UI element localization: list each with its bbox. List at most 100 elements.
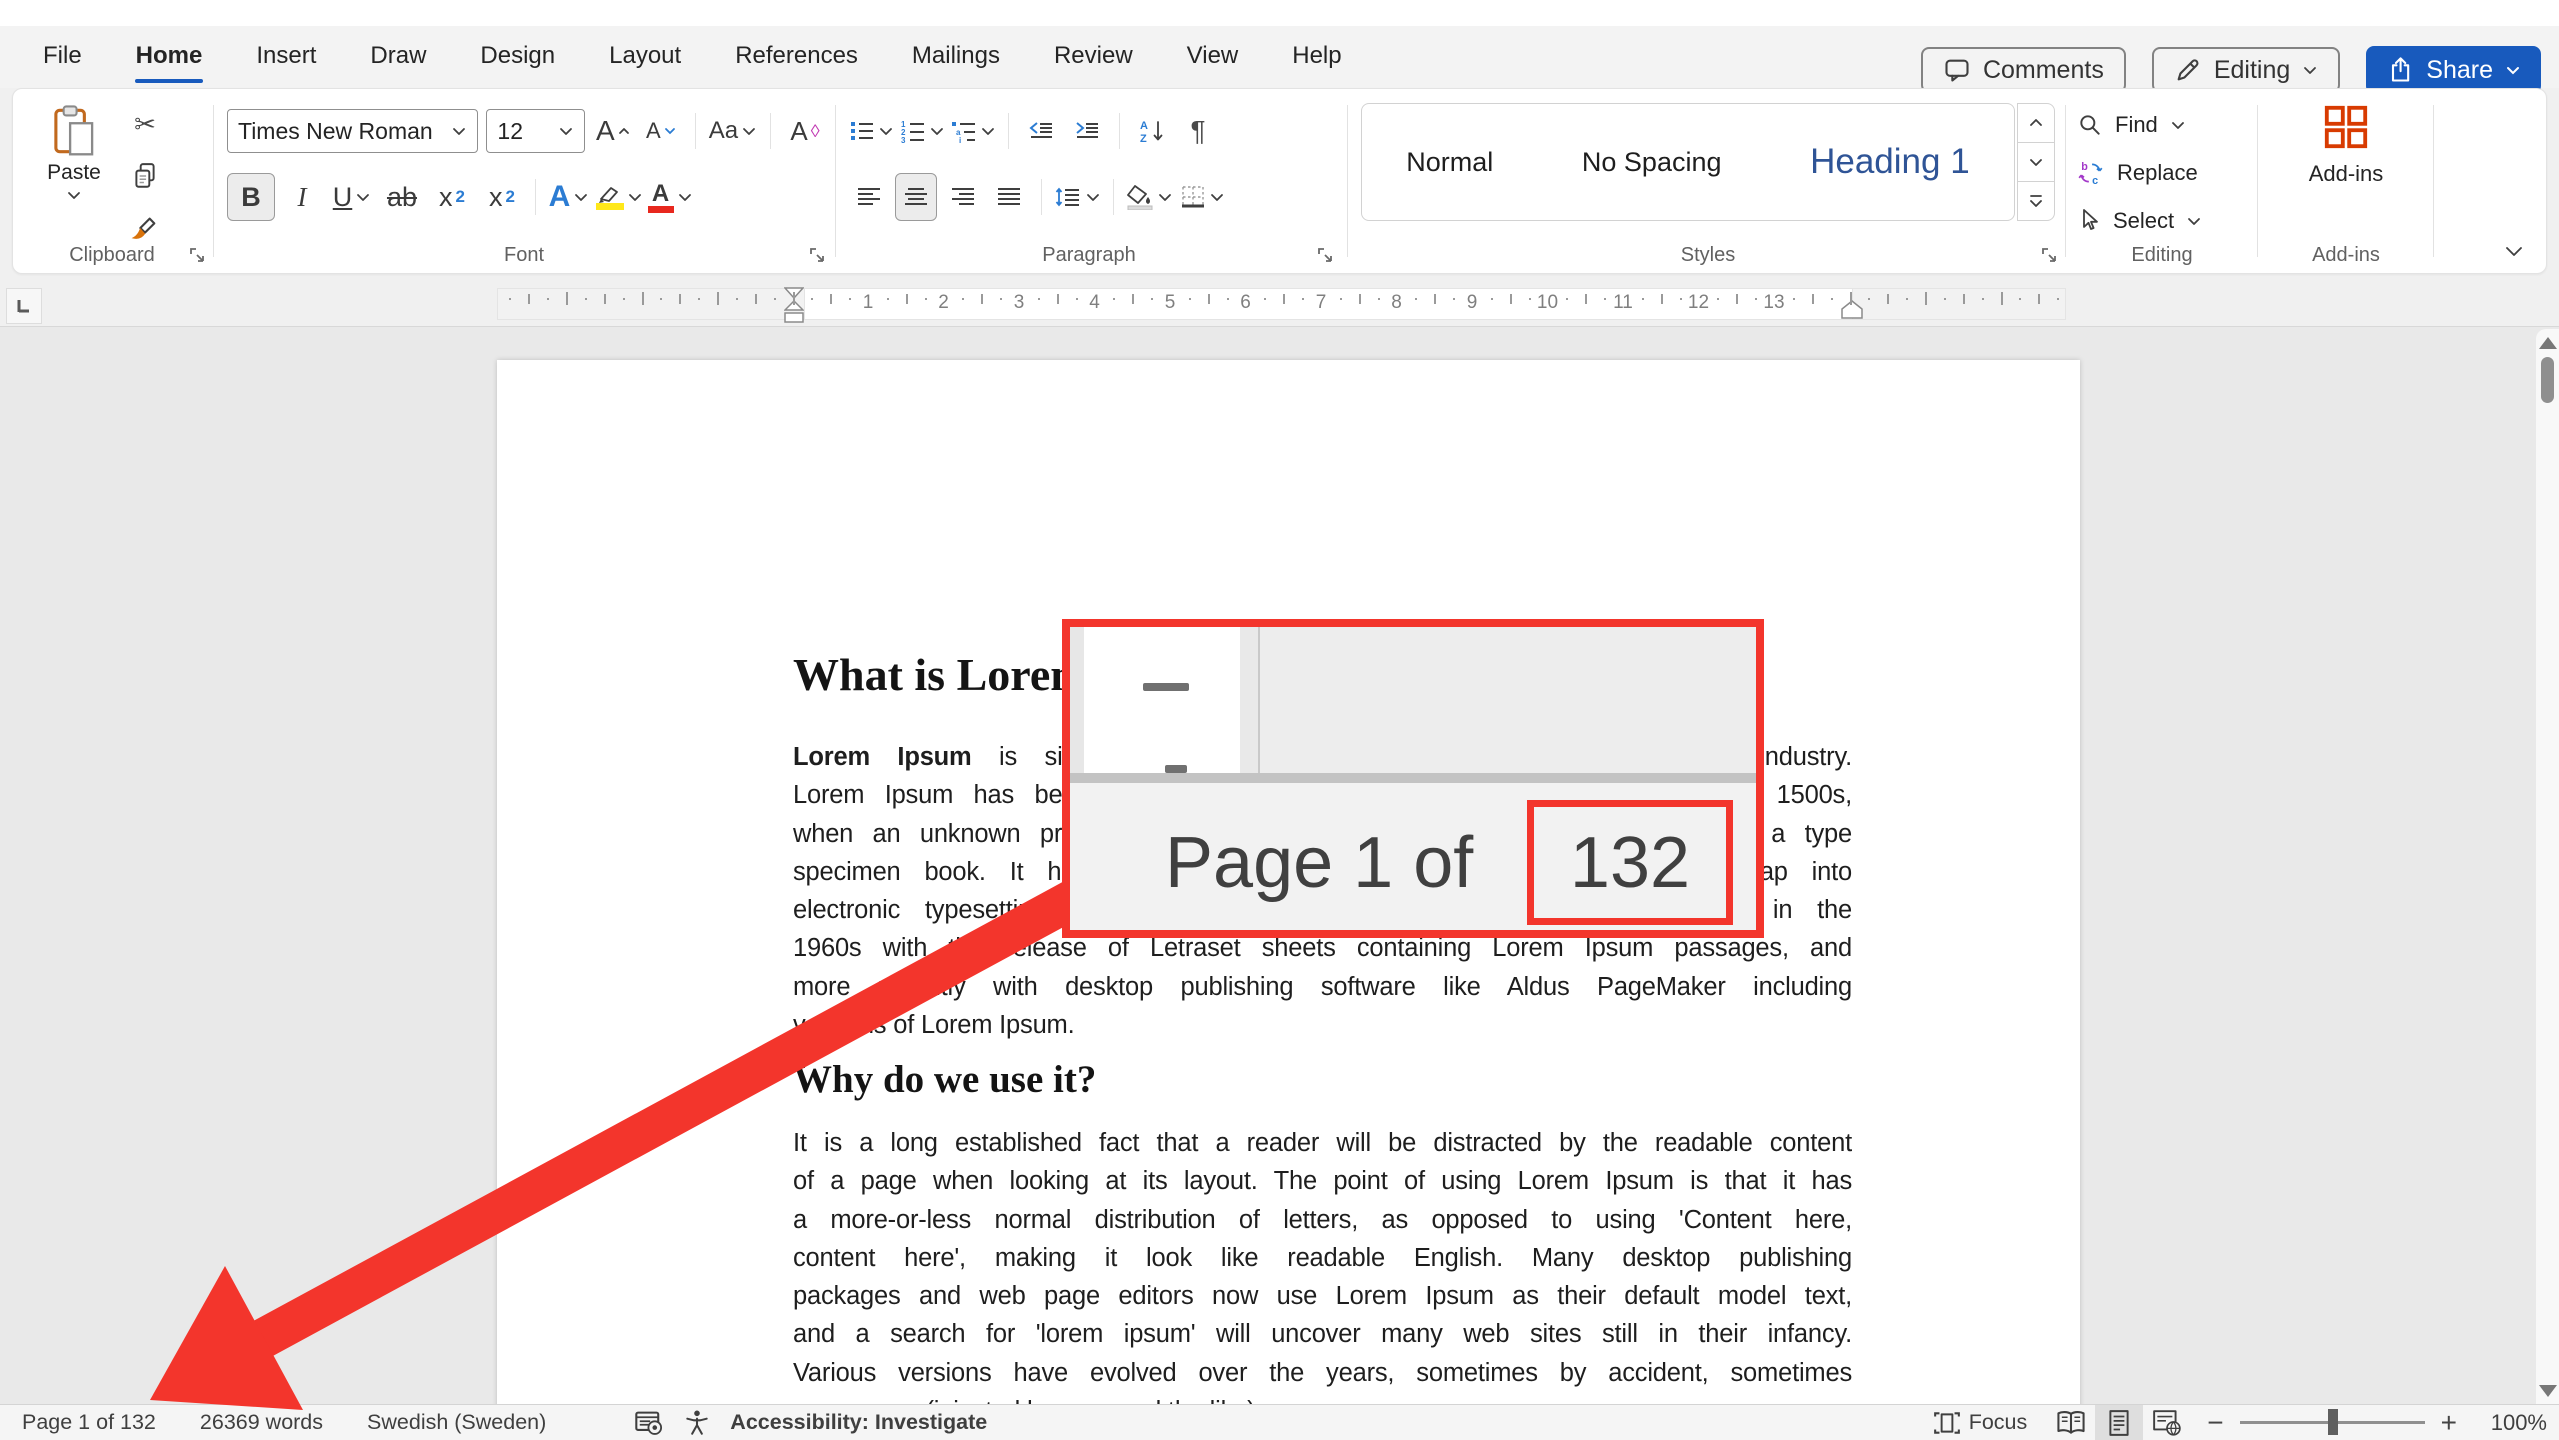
show-paragraph-marks-button[interactable]: ¶ [1178, 108, 1218, 154]
copy-icon [132, 162, 158, 190]
ruler-tick [603, 294, 606, 304]
web-layout-button[interactable] [2143, 1405, 2191, 1440]
scroll-up-arrow-icon[interactable] [2539, 337, 2557, 349]
zoom-slider[interactable] [2239, 1409, 2425, 1435]
ruler-tick [849, 298, 852, 300]
strikethrough-button[interactable]: ab [379, 174, 425, 220]
borders-button[interactable] [1179, 174, 1225, 220]
tab-stop-selector[interactable] [6, 288, 42, 324]
paste-button[interactable]: Paste [35, 105, 113, 201]
format-painter-button[interactable] [125, 207, 165, 249]
bullets-button[interactable] [849, 108, 894, 154]
status-page-indicator[interactable]: Page 1 of 132 [22, 1410, 156, 1435]
annotation-callout-box: Page 1 of 132 [1062, 619, 1764, 938]
scrollbar-thumb[interactable] [2541, 357, 2554, 403]
cut-button[interactable]: ✂ [125, 103, 165, 145]
superscript-button[interactable]: x2 [479, 174, 525, 220]
select-button[interactable]: Select [2077, 201, 2202, 241]
shrink-font-button[interactable]: A [641, 108, 681, 154]
chevron-down-icon [2505, 64, 2521, 76]
font-dialog-launcher[interactable] [807, 245, 827, 265]
bold-button[interactable]: B [227, 173, 275, 221]
sort-button[interactable]: AZ [1132, 108, 1172, 154]
styles-dialog-launcher[interactable] [2039, 245, 2059, 265]
numbering-button[interactable]: 123 [900, 108, 945, 154]
comments-button[interactable]: Comments [1920, 47, 2126, 93]
multilevel-list-button[interactable]: ai [951, 108, 996, 154]
tab-home[interactable]: Home [109, 26, 230, 88]
justify-button[interactable] [989, 174, 1029, 220]
line-spacing-button[interactable] [1054, 174, 1101, 220]
find-button[interactable]: Find [2077, 105, 2186, 145]
highlight-color-button[interactable] [596, 174, 643, 220]
tab-mailings[interactable]: Mailings [885, 26, 1027, 88]
tab-review[interactable]: Review [1027, 26, 1160, 88]
status-language[interactable]: Swedish (Sweden) [367, 1410, 546, 1435]
align-center-button[interactable] [895, 173, 937, 221]
ruler-tick [1037, 298, 1040, 300]
vertical-scrollbar[interactable] [2536, 329, 2559, 1405]
status-accessibility[interactable]: Accessibility: Investigate [730, 1410, 987, 1435]
style-item-heading1[interactable]: Heading 1 [1798, 142, 1982, 182]
collapse-ribbon-button[interactable] [2502, 243, 2526, 261]
tab-file[interactable]: File [16, 26, 109, 88]
font-name-select[interactable]: Times New Roman [227, 109, 479, 153]
print-layout-button[interactable] [2095, 1405, 2144, 1440]
clipboard-dialog-launcher[interactable] [187, 245, 207, 265]
underline-button[interactable]: U [329, 174, 375, 220]
tab-view[interactable]: View [1160, 26, 1266, 88]
read-mode-button[interactable] [2047, 1405, 2095, 1440]
align-left-button[interactable] [849, 174, 889, 220]
change-case-button[interactable]: Aa [709, 108, 756, 154]
style-item-normal[interactable]: Normal [1394, 147, 1505, 178]
tab-design[interactable]: Design [453, 26, 582, 88]
font-color-button[interactable]: A [647, 174, 693, 220]
tab-references[interactable]: References [708, 26, 885, 88]
zoom-slider-thumb[interactable] [2328, 1409, 2339, 1435]
styles-scroll-up-button[interactable] [2018, 104, 2054, 143]
paragraph-dialog-launcher[interactable] [1315, 245, 1335, 265]
ruler-tick [2000, 292, 2003, 305]
ruler-tick [1925, 292, 1927, 305]
right-indent-marker[interactable] [1841, 300, 1863, 320]
ruler-tick [1792, 298, 1795, 300]
zoom-level[interactable]: 100% [2457, 1410, 2547, 1436]
tab-insert[interactable]: Insert [229, 26, 343, 88]
editing-mode-button[interactable]: Editing [2151, 47, 2341, 93]
zoom-in-button[interactable]: + [2441, 1405, 2457, 1440]
copy-button[interactable] [125, 155, 165, 197]
increase-indent-button[interactable] [1067, 108, 1107, 154]
ruler-tick [1509, 294, 1512, 304]
subscript-button[interactable]: x2 [429, 174, 475, 220]
italic-button[interactable]: I [279, 174, 325, 220]
tab-help[interactable]: Help [1265, 26, 1368, 88]
ruler-tick [1981, 298, 1984, 300]
tab-layout[interactable]: Layout [582, 26, 708, 88]
ribbon-tab-bar: File Home Insert Draw Design Layout References… [0, 26, 2559, 94]
align-right-button[interactable] [943, 174, 983, 220]
callout-page-total: 132 [1569, 822, 1691, 903]
scroll-down-arrow-icon[interactable] [2539, 1385, 2557, 1397]
ruler-number: 8 [1391, 292, 1402, 313]
addins-button[interactable]: Add-ins [2261, 103, 2431, 187]
horizontal-ruler[interactable]: 1 2 3 4 5 6 7 8 9 10 11 12 13 [0, 283, 2559, 327]
macro-record-icon[interactable] [634, 1409, 664, 1437]
ruler-tick [1849, 292, 1852, 305]
styles-more-button[interactable] [2018, 182, 2054, 220]
ruler-tick [1188, 298, 1191, 300]
text-effects-button[interactable]: A [546, 174, 592, 220]
clear-formatting-button[interactable]: A ◊ [785, 108, 825, 154]
zoom-out-button[interactable]: − [2207, 1405, 2223, 1440]
font-size-select[interactable]: 12 [486, 109, 585, 153]
styles-scroll-down-button[interactable] [2018, 143, 2054, 182]
share-button[interactable]: Share [2366, 46, 2541, 94]
style-item-nospacing[interactable]: No Spacing [1570, 147, 1734, 178]
decrease-indent-button[interactable] [1021, 108, 1061, 154]
grow-font-button[interactable]: A [593, 108, 633, 154]
status-word-count[interactable]: 26369 words [200, 1410, 323, 1435]
ruler-tick [1943, 298, 1946, 300]
shading-button[interactable] [1126, 174, 1173, 220]
tab-draw[interactable]: Draw [343, 26, 453, 88]
replace-button[interactable]: bc Replace [2077, 153, 2198, 193]
focus-mode-button[interactable]: Focus [1933, 1410, 2027, 1436]
